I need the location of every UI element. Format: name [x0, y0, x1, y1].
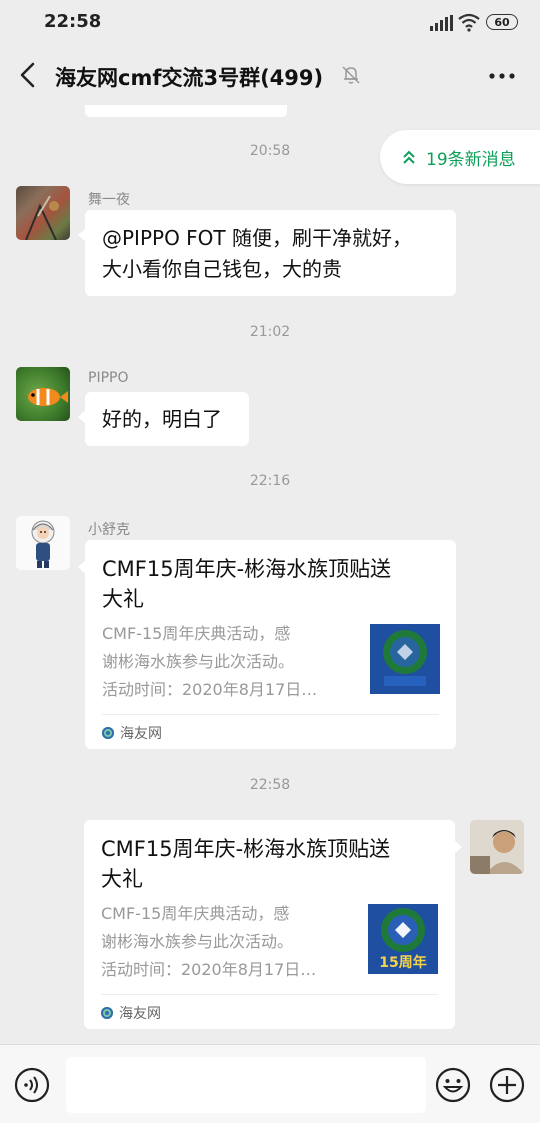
new-messages-label: 19条新消息 [426, 150, 516, 170]
card-divider [102, 714, 439, 715]
link-card[interactable]: CMF15周年庆-彬海水族顶贴送 大礼 CMF-15周年庆典活动，感 谢彬海水族… [84, 820, 462, 1029]
sender-name: PIPPO [88, 370, 129, 386]
card-desc-line: 谢彬海水族参与此次活动。 [102, 652, 295, 671]
message-line: @PIPPO FOT 随便，刷干净就好， [102, 226, 412, 250]
card-desc-line: CMF-15周年庆典活动，感 [101, 904, 290, 923]
card-desc-line: 活动时间：2020年8月17日… [101, 960, 317, 979]
message-bubble[interactable]: @PIPPO FOT 随便，刷干净就好， 大小看你自己钱包，大的贵 [78, 210, 456, 296]
status-bar: 22:58 60 [0, 0, 540, 44]
card-source-label: 海友网 [120, 726, 162, 742]
voice-icon[interactable] [14, 1067, 50, 1103]
input-bar [0, 1044, 540, 1123]
card-description: CMF-15周年庆典活动，感 谢彬海水族参与此次活动。 活动时间：2020年8月… [101, 900, 351, 984]
avatar[interactable] [16, 367, 70, 421]
card-title-line: CMF15周年庆-彬海水族顶贴送 [102, 557, 392, 581]
card-desc-line: 谢彬海水族参与此次活动。 [101, 932, 294, 951]
emoji-icon[interactable] [435, 1067, 471, 1103]
message-timestamp: 22:58 [249, 777, 291, 793]
card-thumbnail [370, 624, 440, 694]
source-logo-icon [102, 727, 114, 739]
card-desc-line: CMF-15周年庆典活动，感 [102, 624, 291, 643]
message-line: 大小看你自己钱包，大的贵 [102, 257, 342, 281]
source-logo-icon [101, 1007, 113, 1019]
back-arrow-icon[interactable] [14, 60, 42, 90]
message-timestamp: 21:02 [249, 324, 291, 340]
own-avatar[interactable] [470, 820, 524, 874]
previous-message-bubble [85, 105, 287, 117]
message-input[interactable] [66, 1057, 426, 1113]
chat-header: 海友网cmf交流3号群(499) [0, 44, 540, 108]
avatar-image [470, 820, 524, 874]
message-bubble[interactable]: 好的，明白了 [78, 392, 249, 446]
card-title-line: 大礼 [102, 587, 144, 611]
more-dots-icon[interactable] [486, 64, 518, 88]
card-source: 海友网 [102, 723, 162, 743]
message-timestamp: 22:16 [249, 473, 291, 489]
new-messages-button[interactable]: 19条新消息 [380, 130, 540, 184]
sender-name: 舞一夜 [88, 192, 130, 208]
double-chevron-up-icon [403, 150, 415, 164]
avatar[interactable] [16, 186, 70, 240]
thumbnail-caption: 15周年 [379, 955, 427, 971]
card-description: CMF-15周年庆典活动，感 谢彬海水族参与此次活动。 活动时间：2020年8月… [102, 620, 352, 704]
sender-name: 小舒克 [88, 522, 130, 538]
avatar[interactable] [16, 516, 70, 570]
battery-indicator: 60 [486, 14, 518, 30]
mute-bell-icon [342, 66, 360, 84]
plus-icon[interactable] [489, 1067, 525, 1103]
card-title: CMF15周年庆-彬海水族顶贴送 大礼 [102, 554, 432, 614]
signal-icon [430, 15, 453, 31]
message-line: 好的，明白了 [102, 407, 222, 431]
avatar-image [31, 520, 55, 568]
card-title: CMF15周年庆-彬海水族顶贴送 大礼 [101, 834, 431, 894]
status-time: 22:58 [44, 11, 102, 32]
card-desc-line: 活动时间：2020年8月17日… [102, 680, 318, 699]
card-divider [101, 994, 438, 995]
card-source: 海友网 [101, 1003, 161, 1023]
card-source-label: 海友网 [119, 1006, 161, 1022]
card-title-line: CMF15周年庆-彬海水族顶贴送 [101, 837, 391, 861]
card-title-line: 大礼 [101, 867, 143, 891]
avatar-image [28, 388, 68, 406]
avatar-image [25, 195, 59, 240]
chat-title: 海友网cmf交流3号群(499) [55, 66, 324, 90]
wifi-icon [458, 13, 480, 32]
card-thumbnail: 15周年 [368, 904, 438, 974]
link-card[interactable]: CMF15周年庆-彬海水族顶贴送 大礼 CMF-15周年庆典活动，感 谢彬海水族… [78, 540, 456, 749]
